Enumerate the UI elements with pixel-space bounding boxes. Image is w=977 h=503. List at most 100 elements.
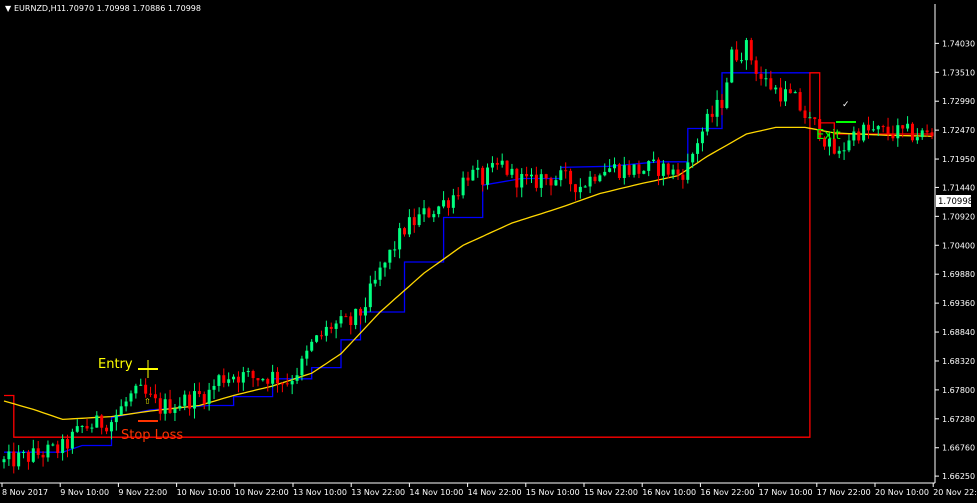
candle-body <box>769 78 773 90</box>
candle-body <box>471 169 475 181</box>
candle-body <box>95 415 99 428</box>
candle-body <box>876 126 880 130</box>
candle-body <box>359 308 363 316</box>
candle-body <box>744 40 748 61</box>
candle-body <box>393 249 397 251</box>
candle-body <box>803 110 807 119</box>
candle-body <box>647 161 651 171</box>
candle-body <box>837 150 841 154</box>
candle-body <box>139 384 143 386</box>
candle-body <box>129 393 133 402</box>
candle-body <box>691 153 695 163</box>
candle-body <box>652 159 656 162</box>
candle-body <box>578 186 582 193</box>
candle-body <box>315 335 319 342</box>
candle-body <box>222 375 226 383</box>
symbol-label: EURNZD,H1 <box>14 4 62 13</box>
candle <box>725 77 729 110</box>
time-tick-label: 10 Nov 10:00 <box>177 488 231 497</box>
candle-body <box>788 89 792 94</box>
entry-label: Entry <box>98 357 133 372</box>
candle-body <box>85 425 89 429</box>
chart-header: ▼ EURNZD,H1 1.70970 1.70998 1.70886 1.70… <box>5 4 201 13</box>
candle-body <box>500 160 504 165</box>
time-tick-label: 17 Nov 10:00 <box>759 488 813 497</box>
candle-body <box>188 394 192 409</box>
candle-body <box>290 380 294 385</box>
candle-body <box>593 176 597 182</box>
candle-body <box>544 174 548 179</box>
candle-body <box>100 415 104 428</box>
candle-body <box>515 168 519 188</box>
candle-body <box>588 176 592 187</box>
candle-body <box>852 131 856 141</box>
candle-body <box>642 170 646 174</box>
candle-body <box>798 92 802 111</box>
candle-body <box>525 174 529 177</box>
candle-body <box>813 117 817 120</box>
candle-body <box>163 399 167 414</box>
candle-body <box>109 422 113 432</box>
candle-body <box>920 130 924 138</box>
candle-body <box>896 125 900 139</box>
candle-body <box>749 40 753 61</box>
candle-body <box>632 164 636 175</box>
candle-body <box>378 267 382 280</box>
candle-body <box>432 214 436 218</box>
candle-body <box>105 427 109 432</box>
candle-body <box>256 378 260 381</box>
candle-body <box>842 150 846 152</box>
time-tick-label: 13 Nov 10:00 <box>293 488 347 497</box>
candle-body <box>383 262 387 268</box>
candle-body <box>261 378 265 381</box>
candle-body <box>134 385 138 394</box>
candle-body <box>700 131 704 144</box>
candle-body <box>754 60 758 74</box>
candle-body <box>354 308 358 326</box>
candle-body <box>158 398 162 414</box>
candle-body <box>486 167 490 185</box>
time-tick-label: 20 Nov 22:00 <box>933 488 977 497</box>
candle-body <box>178 405 182 409</box>
candle-body <box>207 389 211 404</box>
candle-body <box>31 448 35 462</box>
candle-body <box>75 426 79 432</box>
chart-canvas[interactable]: Entry Stop Loss Exit ✓ ⇧ 1.74030 1.73510 1… <box>0 0 977 499</box>
candle-body <box>324 326 328 336</box>
candle-body <box>725 82 729 108</box>
price-tick-label: 1.69360 <box>942 299 975 308</box>
price-chart[interactable]: Entry Stop Loss Exit ✓ ⇧ 1.74030 1.73510 1… <box>0 0 977 499</box>
candle-body <box>7 451 11 460</box>
candle-body <box>422 208 426 215</box>
candle-body <box>520 174 524 188</box>
candle-body <box>119 406 123 415</box>
candle-body <box>36 448 40 455</box>
candle-body <box>305 350 309 359</box>
candle-body <box>197 391 201 395</box>
candle-body <box>271 371 275 384</box>
exit-label: Exit <box>816 128 841 143</box>
time-tick-label: 14 Nov 22:00 <box>468 488 522 497</box>
price-tick-label: 1.71440 <box>942 183 975 192</box>
candle-body <box>183 394 187 406</box>
candle-body <box>407 217 411 235</box>
candle-body <box>476 167 480 170</box>
price-tick-label: 1.70400 <box>942 241 975 250</box>
price-tick-label: 1.74030 <box>942 39 975 48</box>
candle-body <box>759 73 763 79</box>
candle-body <box>339 316 343 324</box>
candle-body <box>61 439 65 454</box>
candle-body <box>334 323 338 329</box>
time-tick-label: 16 Nov 22:00 <box>700 488 754 497</box>
candle-body <box>779 87 783 102</box>
candle-body <box>510 168 514 175</box>
candle-body <box>730 49 734 83</box>
candle-body <box>720 99 724 108</box>
price-tick-label: 1.66250 <box>942 472 975 481</box>
candle-body <box>573 184 577 193</box>
candle-body <box>276 371 280 384</box>
candle-body <box>608 168 612 172</box>
candle-body <box>310 341 314 351</box>
candle-body <box>12 451 16 467</box>
candle-body <box>564 170 568 172</box>
